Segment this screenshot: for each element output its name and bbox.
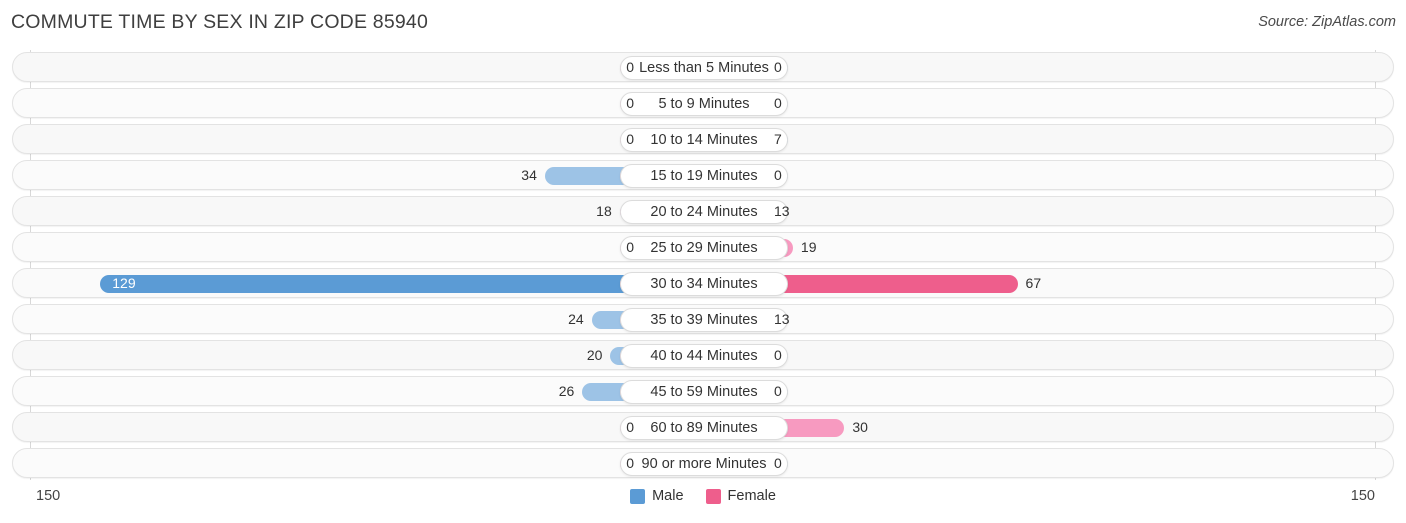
value-label-male: 26 — [558, 383, 575, 399]
source-attribution: Source: ZipAtlas.com — [1258, 14, 1396, 30]
chart-plot-area: Less than 5 Minutes 0 0 5 to 9 Minutes 0 0 10 … — [0, 46, 1406, 482]
chart-header: COMMUTE TIME BY SEX IN ZIP CODE 85940 So… — [0, 0, 1406, 46]
category-label: 15 to 19 Minutes — [620, 164, 788, 188]
table-row[interactable]: 30 to 34 Minutes 129 67 — [12, 268, 1394, 298]
axis-max-right: 150 — [1350, 488, 1375, 504]
category-label: 20 to 24 Minutes — [620, 200, 788, 224]
value-label-female: 0 — [774, 167, 782, 183]
table-row[interactable]: Less than 5 Minutes 0 0 — [12, 52, 1394, 82]
table-row[interactable]: 10 to 14 Minutes 0 7 — [12, 124, 1394, 154]
table-row[interactable]: 35 to 39 Minutes 24 13 — [12, 304, 1394, 334]
chart-footer: 150 Male Female 150 — [0, 482, 1406, 523]
value-label-male: 34 — [521, 167, 537, 183]
table-row[interactable]: 25 to 29 Minutes 0 19 — [12, 232, 1394, 262]
table-row[interactable]: 15 to 19 Minutes 34 0 — [12, 160, 1394, 190]
category-label: 60 to 89 Minutes — [620, 416, 788, 440]
value-label-female: 13 — [774, 203, 790, 219]
category-label: 35 to 39 Minutes — [620, 308, 788, 332]
value-label-female: 7 — [774, 131, 782, 147]
value-label-female: 0 — [774, 95, 782, 111]
category-label: 30 to 34 Minutes — [620, 272, 788, 296]
value-label-female: 30 — [852, 419, 868, 435]
table-row[interactable]: 60 to 89 Minutes 0 30 — [12, 412, 1394, 442]
value-label-male: 0 — [626, 59, 634, 75]
value-label-female: 13 — [774, 311, 790, 327]
value-label-male: 129 — [112, 275, 136, 291]
table-row[interactable]: 45 to 59 Minutes 26 0 — [12, 376, 1394, 406]
value-label-male: 18 — [596, 203, 612, 219]
value-label-male: 0 — [626, 95, 634, 111]
value-label-female: 0 — [774, 59, 782, 75]
value-label-male: 24 — [568, 311, 584, 327]
value-label-male: 20 — [586, 347, 603, 363]
chart-legend: Male Female — [0, 488, 1406, 504]
page-title: COMMUTE TIME BY SEX IN ZIP CODE 85940 — [11, 11, 429, 33]
category-label: 25 to 29 Minutes — [620, 236, 788, 260]
table-row[interactable]: 40 to 44 Minutes 20 0 — [12, 340, 1394, 370]
legend-item-male[interactable]: Male — [630, 488, 684, 504]
value-label-female: 19 — [800, 239, 817, 255]
legend-label-male: Male — [652, 488, 684, 504]
legend-swatch-male-icon — [630, 488, 646, 504]
category-label: 45 to 59 Minutes — [620, 380, 788, 404]
value-label-female: 0 — [774, 347, 782, 363]
value-label-female: 67 — [1025, 275, 1042, 291]
value-label-male: 0 — [626, 239, 634, 255]
category-label: 10 to 14 Minutes — [620, 128, 788, 152]
table-row[interactable]: 20 to 24 Minutes 18 13 — [12, 196, 1394, 226]
category-label: 5 to 9 Minutes — [620, 92, 788, 116]
value-label-male: 0 — [626, 455, 634, 471]
category-label: 40 to 44 Minutes — [620, 344, 788, 368]
legend-item-female[interactable]: Female — [705, 488, 776, 504]
category-label: 90 or more Minutes — [620, 452, 788, 476]
table-row[interactable]: 90 or more Minutes 0 0 — [12, 448, 1394, 478]
legend-label-female: Female — [727, 488, 776, 504]
value-label-female: 0 — [774, 455, 782, 471]
legend-swatch-female-icon — [705, 488, 721, 504]
value-label-female: 0 — [774, 383, 782, 399]
value-label-male: 0 — [626, 131, 634, 147]
category-label: Less than 5 Minutes — [620, 56, 788, 80]
table-row[interactable]: 5 to 9 Minutes 0 0 — [12, 88, 1394, 118]
value-label-male: 0 — [626, 419, 634, 435]
